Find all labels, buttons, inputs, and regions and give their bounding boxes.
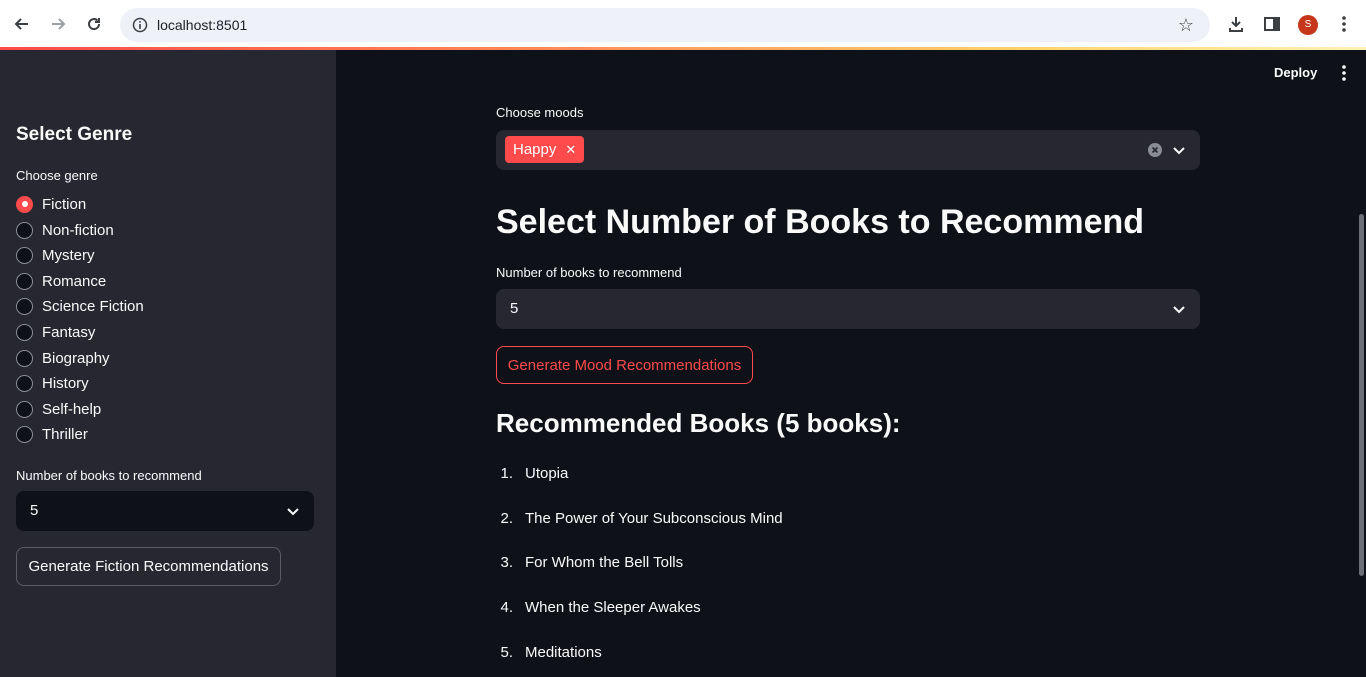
side-panel-icon[interactable] [1260, 12, 1284, 36]
chevron-down-icon[interactable] [1171, 142, 1187, 158]
list-number: 3. [500, 553, 513, 571]
list-item: 5. Meditations [496, 641, 602, 663]
sidebar-count-label: Number of books to recommend [16, 468, 202, 483]
mood-tag-happy[interactable]: Happy ✕ [505, 136, 585, 163]
radio-option-self-help[interactable]: Self-help [16, 398, 101, 420]
radio-button[interactable] [16, 349, 33, 367]
radio-option-label: History [42, 374, 89, 392]
book-title: The Power of Your Subconscious Mind [525, 509, 783, 527]
book-title: Meditations [525, 643, 602, 661]
mood-tag-label: Happy [513, 141, 557, 158]
select-value: 5 [510, 300, 519, 317]
main-scrollbar[interactable] [1359, 214, 1364, 576]
browser-menu-icon[interactable] [1332, 12, 1356, 36]
list-number: 5. [500, 643, 513, 661]
radio-option-fiction[interactable]: Fiction [16, 193, 86, 215]
page-heading: Select Number of Books to Recommend [496, 203, 1145, 241]
list-item: 1. Utopia [496, 462, 568, 484]
reload-icon[interactable] [80, 10, 108, 38]
list-number: 1. [500, 464, 513, 482]
list-item: 4. When the Sleeper Awakes [496, 596, 701, 618]
forward-icon[interactable] [44, 10, 72, 38]
site-info-icon[interactable] [130, 15, 150, 35]
radio-button-checked[interactable] [16, 195, 33, 213]
deploy-button[interactable]: Deploy [1274, 65, 1317, 80]
bookmark-star-icon[interactable]: ☆ [1176, 15, 1196, 35]
download-icon[interactable] [1224, 12, 1248, 36]
genre-radio-label: Choose genre [16, 168, 98, 183]
clear-all-icon[interactable] [1147, 142, 1163, 158]
radio-option-science-fiction[interactable]: Science Fiction [16, 295, 144, 317]
back-icon[interactable] [8, 10, 36, 38]
radio-button[interactable] [16, 374, 33, 392]
radio-option-label: Fantasy [42, 323, 96, 341]
radio-option-label: Mystery [42, 246, 95, 264]
moods-label: Choose moods [496, 105, 584, 120]
chevron-down-icon [1173, 306, 1185, 314]
profile-avatar[interactable]: S [1298, 15, 1318, 35]
address-bar[interactable]: localhost:8501 ☆ [120, 8, 1210, 42]
main-count-label: Number of books to recommend [496, 265, 682, 280]
browser-toolbar: localhost:8501 ☆ S [0, 0, 1366, 49]
radio-option-romance[interactable]: Romance [16, 270, 106, 292]
remove-tag-icon[interactable]: ✕ [565, 142, 576, 158]
radio-option-label: Fiction [42, 195, 87, 213]
radio-option-fantasy[interactable]: Fantasy [16, 321, 95, 343]
sidebar: Select Genre Choose genre Fiction Non-fi… [0, 50, 336, 677]
select-value: 5 [30, 502, 39, 519]
radio-button[interactable] [16, 221, 33, 239]
radio-option-mystery[interactable]: Mystery [16, 244, 95, 266]
radio-option-non-fiction[interactable]: Non-fiction [16, 219, 114, 241]
radio-option-label: Romance [42, 272, 107, 290]
main-count-select[interactable]: 5 [496, 289, 1200, 329]
app-menu-icon[interactable] [1334, 63, 1354, 83]
radio-button[interactable] [16, 297, 33, 315]
radio-option-label: Biography [42, 349, 110, 367]
radio-option-label: Science Fiction [42, 297, 144, 315]
results-heading: Recommended Books (5 books): [496, 408, 901, 438]
radio-option-label: Non-fiction [42, 221, 114, 239]
list-item: 2. The Power of Your Subconscious Mind [496, 507, 783, 529]
list-item: 3. For Whom the Bell Tolls [496, 551, 683, 573]
sidebar-count-select[interactable]: 5 [16, 491, 314, 531]
radio-option-history[interactable]: History [16, 372, 89, 394]
radio-button[interactable] [16, 400, 33, 418]
book-title: Utopia [525, 464, 569, 482]
sidebar-title: Select Genre [16, 124, 133, 145]
radio-button[interactable] [16, 272, 33, 290]
radio-option-biography[interactable]: Biography [16, 347, 110, 369]
chevron-down-icon [287, 508, 299, 516]
list-number: 2. [500, 509, 513, 527]
radio-option-label: Thriller [42, 425, 88, 443]
radio-option-label: Self-help [42, 400, 102, 418]
generate-genre-button[interactable]: Generate Fiction Recommendations [16, 547, 281, 586]
generate-mood-button[interactable]: Generate Mood Recommendations [496, 346, 753, 384]
radio-option-thriller[interactable]: Thriller [16, 423, 88, 445]
radio-button[interactable] [16, 425, 33, 443]
book-title: When the Sleeper Awakes [525, 598, 701, 616]
moods-multiselect[interactable]: Happy ✕ [496, 130, 1200, 170]
radio-button[interactable] [16, 323, 33, 341]
radio-button[interactable] [16, 246, 33, 264]
book-title: For Whom the Bell Tolls [525, 553, 684, 571]
url-text[interactable]: localhost:8501 [157, 17, 247, 33]
list-number: 4. [500, 598, 513, 616]
